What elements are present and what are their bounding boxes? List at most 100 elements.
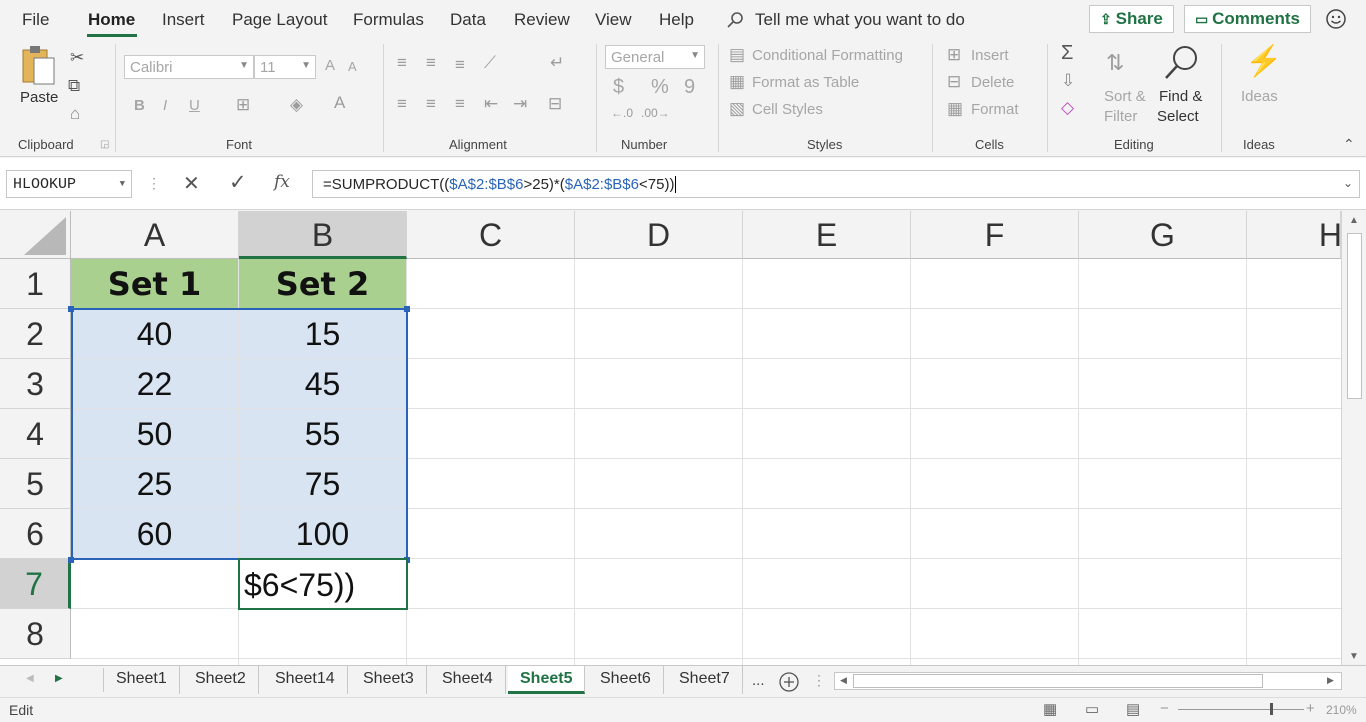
tab-help[interactable]: Help xyxy=(659,10,694,30)
column-header-e[interactable]: E xyxy=(743,211,911,259)
sheet-tab-sheet2[interactable]: Sheet2 xyxy=(183,666,259,694)
page-layout-view-icon[interactable]: ▭ xyxy=(1085,700,1099,718)
enter-icon[interactable]: ✓ xyxy=(229,170,247,195)
normal-view-icon[interactable]: ▦ xyxy=(1043,700,1057,718)
scroll-left-icon[interactable]: ◀ xyxy=(840,675,847,686)
column-header-c[interactable]: C xyxy=(407,211,575,259)
column-header-b[interactable]: B xyxy=(239,211,407,259)
zoom-slider-thumb[interactable] xyxy=(1270,703,1273,715)
more-sheets-button[interactable]: ... xyxy=(752,672,765,689)
clear-icon[interactable]: ◇ xyxy=(1061,98,1074,118)
currency-button[interactable]: $ xyxy=(613,76,624,99)
scroll-sheets-right-icon[interactable]: ▶ xyxy=(55,673,63,684)
sheet-tab-sheet3[interactable]: Sheet3 xyxy=(351,666,427,694)
format-as-table-button[interactable]: Format as Table xyxy=(752,74,859,91)
active-cell-b7[interactable]: $6<75)) xyxy=(238,558,408,610)
range-handle[interactable] xyxy=(68,557,74,563)
sheet-tab-sheet5[interactable]: Sheet5 xyxy=(508,666,586,694)
zoom-slider[interactable] xyxy=(1178,709,1304,710)
shrink-font-button[interactable]: A xyxy=(348,59,357,74)
sheet-tab-sheet14[interactable]: Sheet14 xyxy=(263,666,348,694)
align-middle-icon[interactable]: ≡ xyxy=(426,53,436,73)
wrap-text-icon[interactable]: ↵ xyxy=(550,53,564,73)
find-select-label-2[interactable]: Select xyxy=(1157,108,1199,125)
name-box[interactable]: HLOOKUP ▼ xyxy=(6,170,132,198)
grow-font-button[interactable]: A xyxy=(325,57,335,74)
row-header-7[interactable]: 7 xyxy=(0,559,71,609)
page-break-view-icon[interactable]: ▤ xyxy=(1126,700,1140,718)
sheet-tab-sheet4[interactable]: Sheet4 xyxy=(430,666,506,694)
select-all-button[interactable] xyxy=(0,211,71,259)
find-select-icon[interactable] xyxy=(1163,44,1201,82)
scrollbar-thumb[interactable] xyxy=(1347,233,1362,399)
italic-button[interactable]: I xyxy=(163,97,167,114)
fill-color-icon[interactable]: ◈ xyxy=(290,95,303,115)
cell-styles-button[interactable]: Cell Styles xyxy=(752,101,823,118)
zoom-out-icon[interactable]: − xyxy=(1160,700,1169,717)
ideas-icon[interactable]: ⚡ xyxy=(1245,44,1282,79)
scroll-down-icon[interactable]: ▼ xyxy=(1349,651,1359,662)
column-header-g[interactable]: G xyxy=(1079,211,1247,259)
comma-button[interactable]: 9 xyxy=(684,76,695,99)
increase-decimal-icon[interactable]: ←.0 xyxy=(611,106,633,120)
row-header-6[interactable]: 6 xyxy=(0,509,71,559)
tab-formulas[interactable]: Formulas xyxy=(353,10,424,30)
zoom-in-icon[interactable]: + xyxy=(1306,700,1315,717)
row-header-4[interactable]: 4 xyxy=(0,409,71,459)
align-left-icon[interactable]: ≡ xyxy=(397,94,407,114)
bold-button[interactable]: B xyxy=(134,97,145,114)
scroll-sheets-left-icon[interactable]: ◀ xyxy=(26,673,34,684)
font-color-icon[interactable]: A xyxy=(334,93,345,113)
decrease-decimal-icon[interactable]: .00→ xyxy=(641,106,670,120)
column-header-f[interactable]: F xyxy=(911,211,1079,259)
find-select-label-1[interactable]: Find & xyxy=(1159,88,1202,105)
row-header-1[interactable]: 1 xyxy=(0,259,71,309)
zoom-level[interactable]: 210% xyxy=(1326,703,1357,717)
borders-icon[interactable]: ⊞ xyxy=(236,95,250,115)
sheet-tab-sheet1[interactable]: Sheet1 xyxy=(104,666,180,694)
scroll-right-icon[interactable]: ▶ xyxy=(1327,675,1334,686)
percent-button[interactable]: % xyxy=(651,76,669,99)
tab-home[interactable]: Home xyxy=(88,10,135,30)
smiley-feedback-icon[interactable] xyxy=(1325,8,1347,30)
expand-formula-icon[interactable]: ⌄ xyxy=(1343,176,1353,190)
tell-me-search[interactable]: Tell me what you want to do xyxy=(755,10,965,30)
copy-icon[interactable]: ⧉ xyxy=(68,76,80,96)
orientation-icon[interactable]: ⟋ xyxy=(484,53,496,73)
format-painter-icon[interactable]: ⌂ xyxy=(70,104,80,124)
align-right-icon[interactable]: ≡ xyxy=(455,94,465,114)
delete-button[interactable]: Delete xyxy=(971,74,1014,91)
row-header-5[interactable]: 5 xyxy=(0,459,71,509)
comments-button[interactable]: ▭ Comments xyxy=(1184,5,1311,33)
dialog-launcher-icon[interactable]: ◲ xyxy=(100,139,109,150)
row-header-8[interactable]: 8 xyxy=(0,609,71,659)
cut-icon[interactable]: ✂ xyxy=(70,48,84,68)
sheet-tab-sheet6[interactable]: Sheet6 xyxy=(588,666,664,694)
format-button[interactable]: Format xyxy=(971,101,1019,118)
vertical-scrollbar[interactable]: ▲ ▼ xyxy=(1341,211,1366,665)
scroll-up-icon[interactable]: ▲ xyxy=(1349,215,1359,226)
underline-button[interactable]: U xyxy=(189,97,200,114)
scrollbar-thumb[interactable] xyxy=(853,674,1263,688)
align-bottom-icon[interactable]: ≡ xyxy=(455,55,465,75)
sheet-tab-sheet7[interactable]: Sheet7 xyxy=(667,666,743,694)
number-format-select[interactable]: General ▼ xyxy=(605,45,705,69)
increase-indent-icon[interactable]: ⇥ xyxy=(513,94,527,114)
paste-button[interactable]: Paste xyxy=(20,89,58,106)
decrease-indent-icon[interactable]: ⇤ xyxy=(484,94,498,114)
tab-review[interactable]: Review xyxy=(514,10,570,30)
align-center-icon[interactable]: ≡ xyxy=(426,94,436,114)
more-options-icon[interactable]: ⋮ xyxy=(812,672,826,689)
font-name-select[interactable]: Calibri ▼ xyxy=(124,55,254,79)
align-top-icon[interactable]: ≡ xyxy=(397,53,407,73)
insert-function-icon[interactable]: fx xyxy=(274,172,290,192)
tab-page-layout[interactable]: Page Layout xyxy=(232,10,327,30)
column-header-a[interactable]: A xyxy=(71,211,239,259)
add-sheet-icon[interactable] xyxy=(778,671,800,693)
font-size-select[interactable]: 11 ▼ xyxy=(254,55,316,79)
merge-center-icon[interactable]: ⊟ xyxy=(548,94,562,114)
conditional-formatting-button[interactable]: Conditional Formatting xyxy=(752,47,903,64)
insert-button[interactable]: Insert xyxy=(971,47,1009,64)
autosum-icon[interactable]: Σ xyxy=(1061,42,1073,65)
formula-input[interactable]: =SUMPRODUCT(($A$2:$B$6>25)*($A$2:$B$6<75… xyxy=(312,170,1360,198)
